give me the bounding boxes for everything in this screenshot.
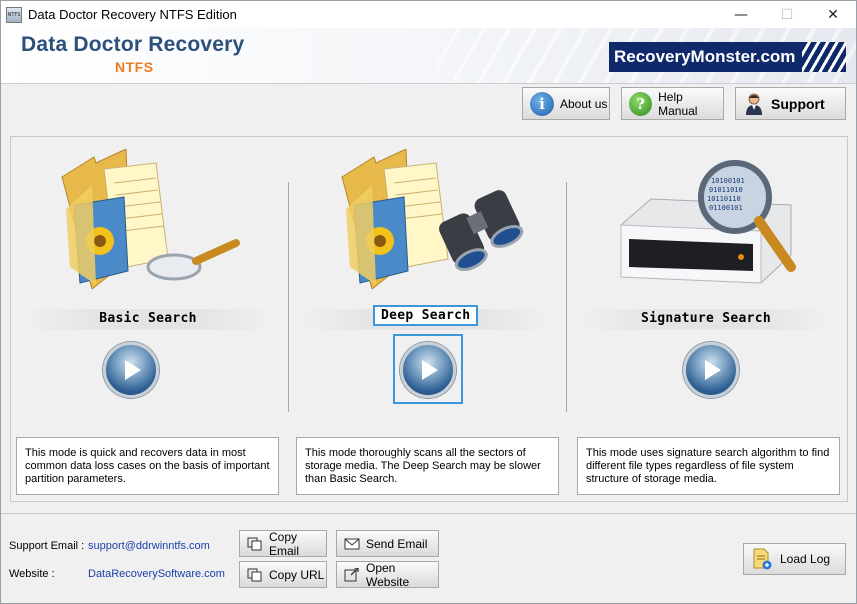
log-file-icon: [752, 548, 772, 570]
brand-subtitle: NTFS: [115, 59, 154, 75]
copy-url-label: Copy URL: [269, 567, 325, 582]
signature-search-label: Signature Search: [640, 311, 772, 326]
logo-text: RecoveryMonster.com: [614, 47, 796, 66]
info-icon: i: [530, 91, 554, 116]
copy-email-label: Copy Email: [269, 529, 300, 558]
send-email-button[interactable]: Send Email: [336, 530, 439, 557]
footer-separator: [1, 513, 856, 514]
website-label: Website :: [9, 568, 55, 580]
about-us-label: About us: [560, 96, 608, 111]
support-person-icon: [745, 93, 763, 115]
header-banner: Data Doctor Recovery NTFS RecoveryMonste…: [1, 28, 856, 84]
copy-icon: [247, 537, 263, 551]
svg-text:10110110: 10110110: [707, 195, 741, 203]
deep-search-start-button[interactable]: [400, 342, 456, 398]
minimize-button[interactable]: —: [718, 1, 764, 28]
signature-search-description: This mode uses signature search algorith…: [577, 437, 840, 495]
deep-search-label: Deep Search: [373, 305, 479, 326]
brand-title: Data Doctor Recovery: [21, 33, 245, 56]
play-icon: [705, 360, 721, 380]
svg-text:01100101: 01100101: [709, 204, 743, 212]
folder-binoculars-icon: [336, 148, 526, 290]
app-icon: NTFS: [6, 6, 22, 23]
copy-email-button[interactable]: Copy Email: [239, 529, 327, 558]
support-label: Support: [771, 95, 825, 112]
window-title: Data Doctor Recovery NTFS Edition: [28, 7, 237, 22]
help-manual-button[interactable]: ? Help Manual: [621, 87, 724, 120]
open-website-button[interactable]: Open Website: [336, 560, 439, 589]
divider: [288, 182, 289, 412]
basic-search-description: This mode is quick and recovers data in …: [16, 437, 279, 495]
mail-icon: [344, 537, 360, 551]
play-icon: [125, 360, 141, 380]
support-button[interactable]: Support: [735, 87, 846, 120]
load-log-button[interactable]: Load Log: [743, 543, 846, 575]
help-manual-label: Help Manual: [658, 89, 698, 118]
divider: [566, 182, 567, 412]
deep-search-description: This mode thoroughly scans all the secto…: [296, 437, 559, 495]
copy-url-button[interactable]: Copy URL: [239, 561, 327, 588]
drive-magnifier-icon: 10100101 01011010 10110110 01100101: [611, 155, 811, 285]
svg-text:10100101: 10100101: [711, 177, 745, 185]
svg-text:01011010: 01011010: [709, 186, 743, 194]
external-link-icon: [344, 566, 360, 582]
folder-magnifier-icon: [56, 148, 246, 290]
basic-search-start-button[interactable]: [103, 342, 159, 398]
support-email-label: Support Email :: [9, 540, 85, 552]
recoverymonster-logo: RecoveryMonster.com: [609, 42, 846, 72]
title-bar: NTFS Data Doctor Recovery NTFS Edition —…: [1, 1, 856, 28]
signature-search-start-button[interactable]: [683, 342, 739, 398]
about-us-button[interactable]: i About us: [522, 87, 610, 120]
basic-search-label: Basic Search: [99, 311, 197, 326]
search-mode-panel: 10100101 01011010 10110110 01100101 Basic S…: [10, 136, 848, 502]
app-window: NTFS Data Doctor Recovery NTFS Edition —…: [0, 0, 857, 604]
load-log-label: Load Log: [780, 552, 831, 566]
help-icon: ?: [629, 91, 653, 116]
play-icon: [422, 360, 438, 380]
support-email-link[interactable]: support@ddrwinntfs.com: [88, 540, 210, 552]
open-website-label: Open Website: [366, 560, 410, 589]
send-email-label: Send Email: [366, 536, 428, 551]
logo-stripes: [802, 42, 846, 72]
maximize-button[interactable]: ☐: [764, 1, 810, 28]
window-controls: — ☐ ✕: [718, 1, 856, 28]
website-link[interactable]: DataRecoverySoftware.com: [88, 568, 225, 580]
copy-icon: [247, 568, 263, 582]
close-button[interactable]: ✕: [810, 1, 856, 28]
